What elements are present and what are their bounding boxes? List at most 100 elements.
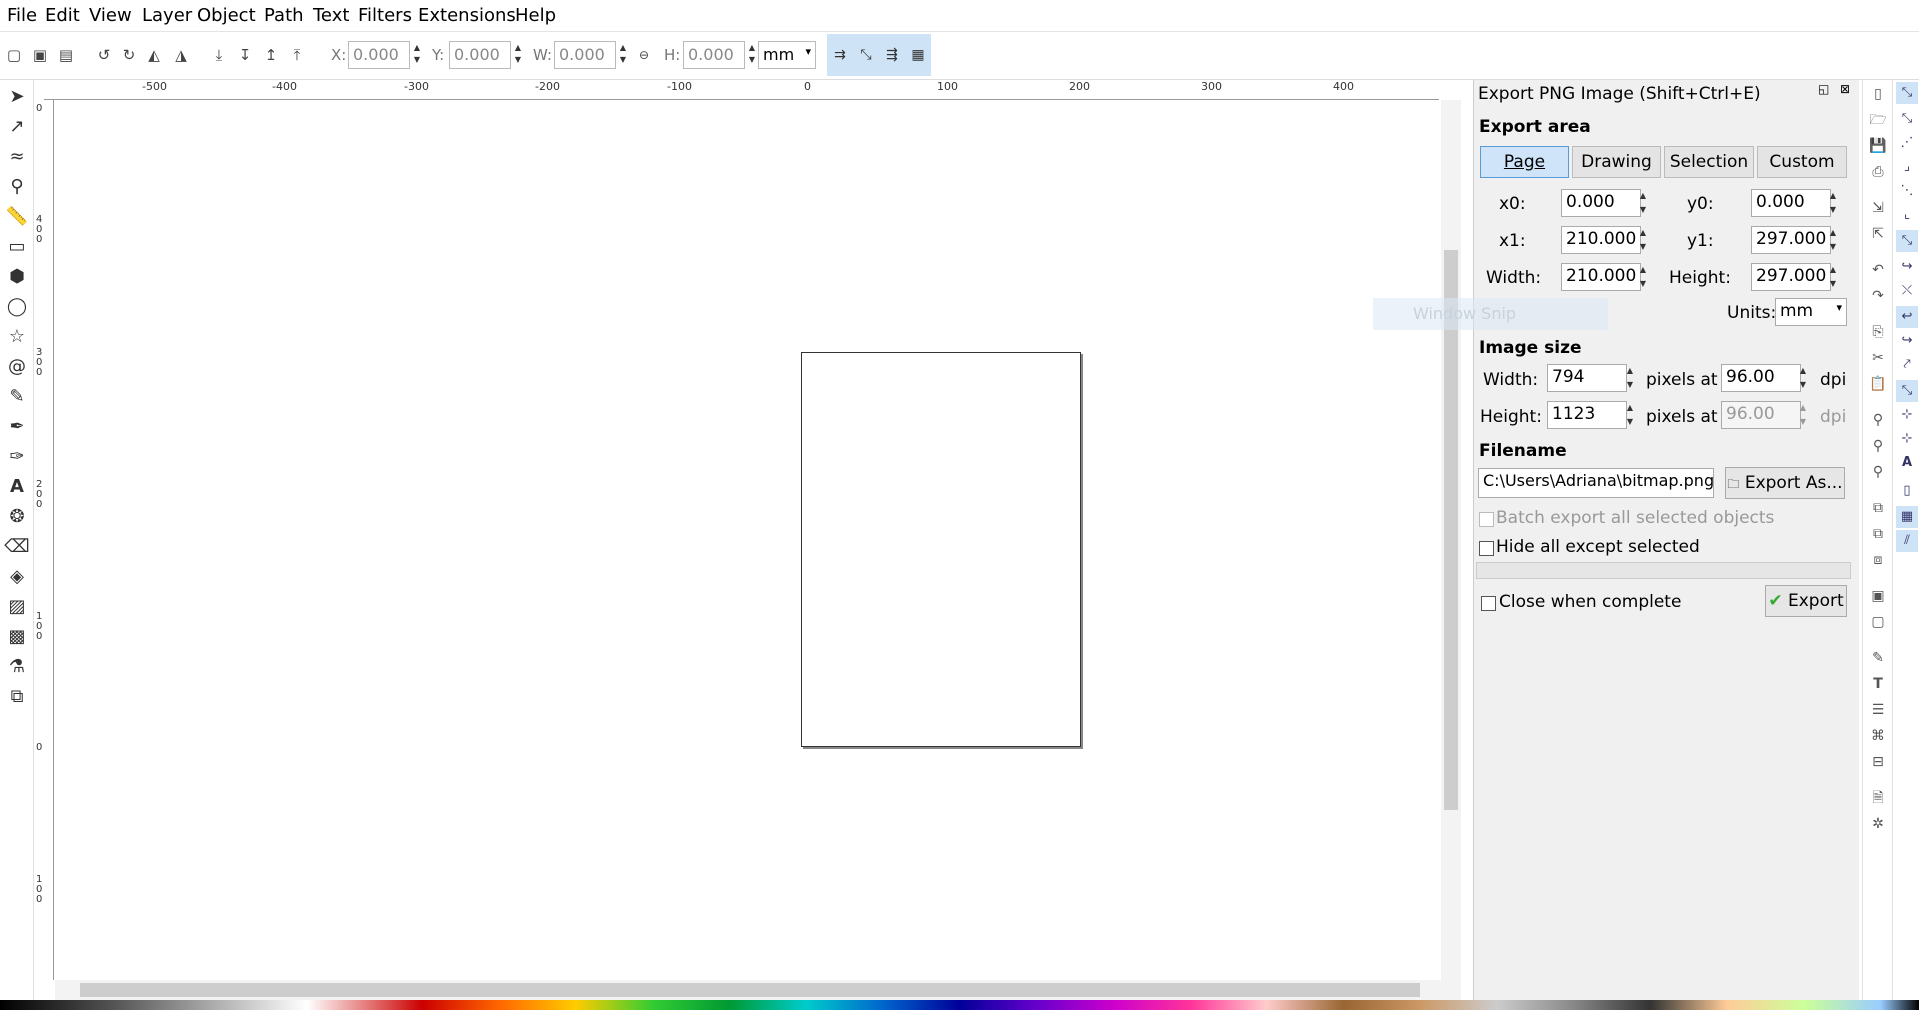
x1-input[interactable]: 210.000 <box>1561 226 1641 254</box>
menu-view[interactable]: View <box>89 5 132 26</box>
mesh-tool-icon[interactable]: ▩ <box>4 624 30 650</box>
menu-file[interactable]: File <box>7 5 37 26</box>
h-input[interactable]: 0.000 ▲ ▼ <box>683 41 755 69</box>
snap-others-icon[interactable]: ⤡ <box>1896 380 1918 402</box>
spray-tool-icon[interactable]: ❂ <box>4 504 30 530</box>
zoom-drawing-icon[interactable]: ⚲ <box>1868 436 1888 456</box>
flip-vertical-icon[interactable]: ◮ <box>170 44 192 66</box>
paint-bucket-tool-icon[interactable]: ◈ <box>4 564 30 590</box>
select-all-icon[interactable]: ▢ <box>3 44 25 66</box>
menu-object[interactable]: Object <box>197 5 256 26</box>
rectangle-tool-icon[interactable]: ▭ <box>4 234 30 260</box>
snap-bbox-icon[interactable]: ⤡ <box>1896 108 1918 130</box>
pen-tool-icon[interactable]: ✒ <box>4 414 30 440</box>
zoom-tool-icon[interactable]: ⚲ <box>4 174 30 200</box>
menu-path[interactable]: Path <box>264 5 304 26</box>
ungroup-icon[interactable]: ▢ <box>1868 612 1888 632</box>
tab-page[interactable]: Page <box>1480 146 1569 178</box>
raise-icon[interactable]: ↥ <box>260 44 282 66</box>
close-icon[interactable]: ⊠ <box>1840 82 1850 96</box>
hide-except-selected-checkbox[interactable] <box>1479 541 1494 556</box>
img-height-spinner[interactable]: ▲ ▼ <box>1625 401 1635 429</box>
area-width-input[interactable]: 210.000 <box>1561 263 1641 291</box>
duplicate-icon[interactable]: ⧉ <box>1868 498 1888 518</box>
area-width-spinner[interactable]: ▲ ▼ <box>1638 263 1648 291</box>
x0-spinner[interactable]: ▲ ▼ <box>1638 189 1648 217</box>
3d-box-tool-icon[interactable]: ⬢ <box>4 264 30 290</box>
move-gradients-icon[interactable]: ⇶ <box>879 34 905 76</box>
group-icon[interactable]: ▣ <box>1868 586 1888 606</box>
export-icon[interactable]: ⇱ <box>1868 224 1888 244</box>
flip-horizontal-icon[interactable]: ◭ <box>143 44 165 66</box>
paste-icon[interactable]: 📋 <box>1868 374 1888 394</box>
area-height-spinner[interactable]: ▲ ▼ <box>1828 263 1838 291</box>
document-properties-icon[interactable]: 🗎 <box>1868 788 1888 808</box>
eraser-tool-icon[interactable]: ⌫ <box>4 534 30 560</box>
snap-enable-icon[interactable]: ⤡ <box>1896 82 1918 104</box>
panel-float-icon[interactable]: ◱ <box>1818 82 1829 96</box>
vertical-scroll-thumb[interactable] <box>1444 250 1458 810</box>
unlink-clone-icon[interactable]: ⧈ <box>1868 550 1888 570</box>
new-document-icon[interactable]: ▯ <box>1868 84 1888 104</box>
snap-grid-icon[interactable]: ▦ <box>1896 506 1918 528</box>
text-font-icon[interactable]: T <box>1868 674 1888 694</box>
align-distribute-icon[interactable]: ⊟ <box>1868 752 1888 772</box>
w-spinner[interactable]: ▲ ▼ <box>617 42 629 68</box>
x1-spinner[interactable]: ▲ ▼ <box>1638 226 1648 254</box>
rotate-ccw-icon[interactable]: ↺ <box>93 44 115 66</box>
move-patterns-icon[interactable]: ▦ <box>905 34 931 76</box>
copy-icon[interactable]: ⎘ <box>1868 322 1888 342</box>
tab-custom[interactable]: Custom <box>1757 146 1847 178</box>
dpi-x-input[interactable]: 96.00 <box>1721 364 1801 392</box>
snap-page-border-icon[interactable]: ▯ <box>1896 480 1918 502</box>
snap-bbox-edge-icon[interactable]: ⋰ <box>1896 132 1918 154</box>
rotate-cw-icon[interactable]: ↻ <box>118 44 140 66</box>
snap-text-baseline-icon[interactable]: A <box>1896 452 1918 474</box>
y0-input[interactable]: 0.000 <box>1751 189 1831 217</box>
pencil-tool-icon[interactable]: ✎ <box>4 384 30 410</box>
filename-input[interactable]: C:\Users\Adriana\bitmap.png <box>1478 468 1714 498</box>
ellipse-tool-icon[interactable]: ◯ <box>4 294 30 320</box>
unit-select[interactable]: mm ▾ <box>758 41 816 69</box>
menu-edit[interactable]: Edit <box>45 5 80 26</box>
lower-icon[interactable]: ↧ <box>234 44 256 66</box>
calligraphy-tool-icon[interactable]: ✑ <box>4 444 30 470</box>
snap-bbox-corner-icon[interactable]: ⌟ <box>1896 156 1918 178</box>
y1-spinner[interactable]: ▲ ▼ <box>1828 226 1838 254</box>
raise-top-icon[interactable]: ⤒ <box>286 44 308 66</box>
zoom-selection-icon[interactable]: ⚲ <box>1868 410 1888 430</box>
y1-input[interactable]: 297.000 <box>1751 226 1831 254</box>
snap-rotation-center-icon[interactable]: ⊹ <box>1896 428 1918 450</box>
y0-spinner[interactable]: ▲ ▼ <box>1828 189 1838 217</box>
snap-nodes-icon[interactable]: ⤡ <box>1896 230 1918 252</box>
scale-corners-icon[interactable]: ⤡ <box>853 34 879 76</box>
snap-center-icon[interactable]: ⊹ <box>1896 404 1918 426</box>
color-palette[interactable] <box>0 1000 1919 1010</box>
dpi-x-spinner[interactable]: ▲ ▼ <box>1798 364 1808 392</box>
x-input[interactable]: 0.000 ▲ ▼ <box>348 41 420 69</box>
layers-icon[interactable]: ☰ <box>1868 700 1888 720</box>
cut-icon[interactable]: ✂ <box>1868 348 1888 368</box>
export-as-button[interactable]: 🗀 Export As... <box>1725 467 1845 499</box>
xml-editor-icon[interactable]: ⌘ <box>1868 726 1888 746</box>
area-height-input[interactable]: 297.000 <box>1751 263 1831 291</box>
menu-extensions[interactable]: Extensions <box>418 5 516 26</box>
tab-drawing[interactable]: Drawing <box>1572 146 1661 178</box>
snap-bbox-midpoint-icon[interactable]: ⋱ <box>1896 180 1918 202</box>
scale-stroke-icon[interactable]: ⇉ <box>827 34 853 76</box>
print-icon[interactable]: ⎙ <box>1868 162 1888 182</box>
x-spinner[interactable]: ▲ ▼ <box>411 42 423 68</box>
save-icon[interactable]: 💾 <box>1868 136 1888 156</box>
drawing-canvas[interactable] <box>55 101 1439 980</box>
select-all-layers-icon[interactable]: ▣ <box>29 44 51 66</box>
export-button[interactable]: ✔ Export <box>1765 585 1847 617</box>
gradient-tool-icon[interactable]: ▨ <box>4 594 30 620</box>
open-icon[interactable]: 🗁 <box>1868 110 1888 130</box>
page-area[interactable] <box>801 352 1081 747</box>
star-tool-icon[interactable]: ☆ <box>4 324 30 350</box>
snap-midpoint-icon[interactable]: ⤤ <box>1896 354 1918 376</box>
zoom-page-icon[interactable]: ⚲ <box>1868 462 1888 482</box>
tab-selection[interactable]: Selection <box>1664 146 1754 178</box>
dropper-tool-icon[interactable]: ⚗ <box>4 654 30 680</box>
y-spinner[interactable]: ▲ ▼ <box>512 42 524 68</box>
